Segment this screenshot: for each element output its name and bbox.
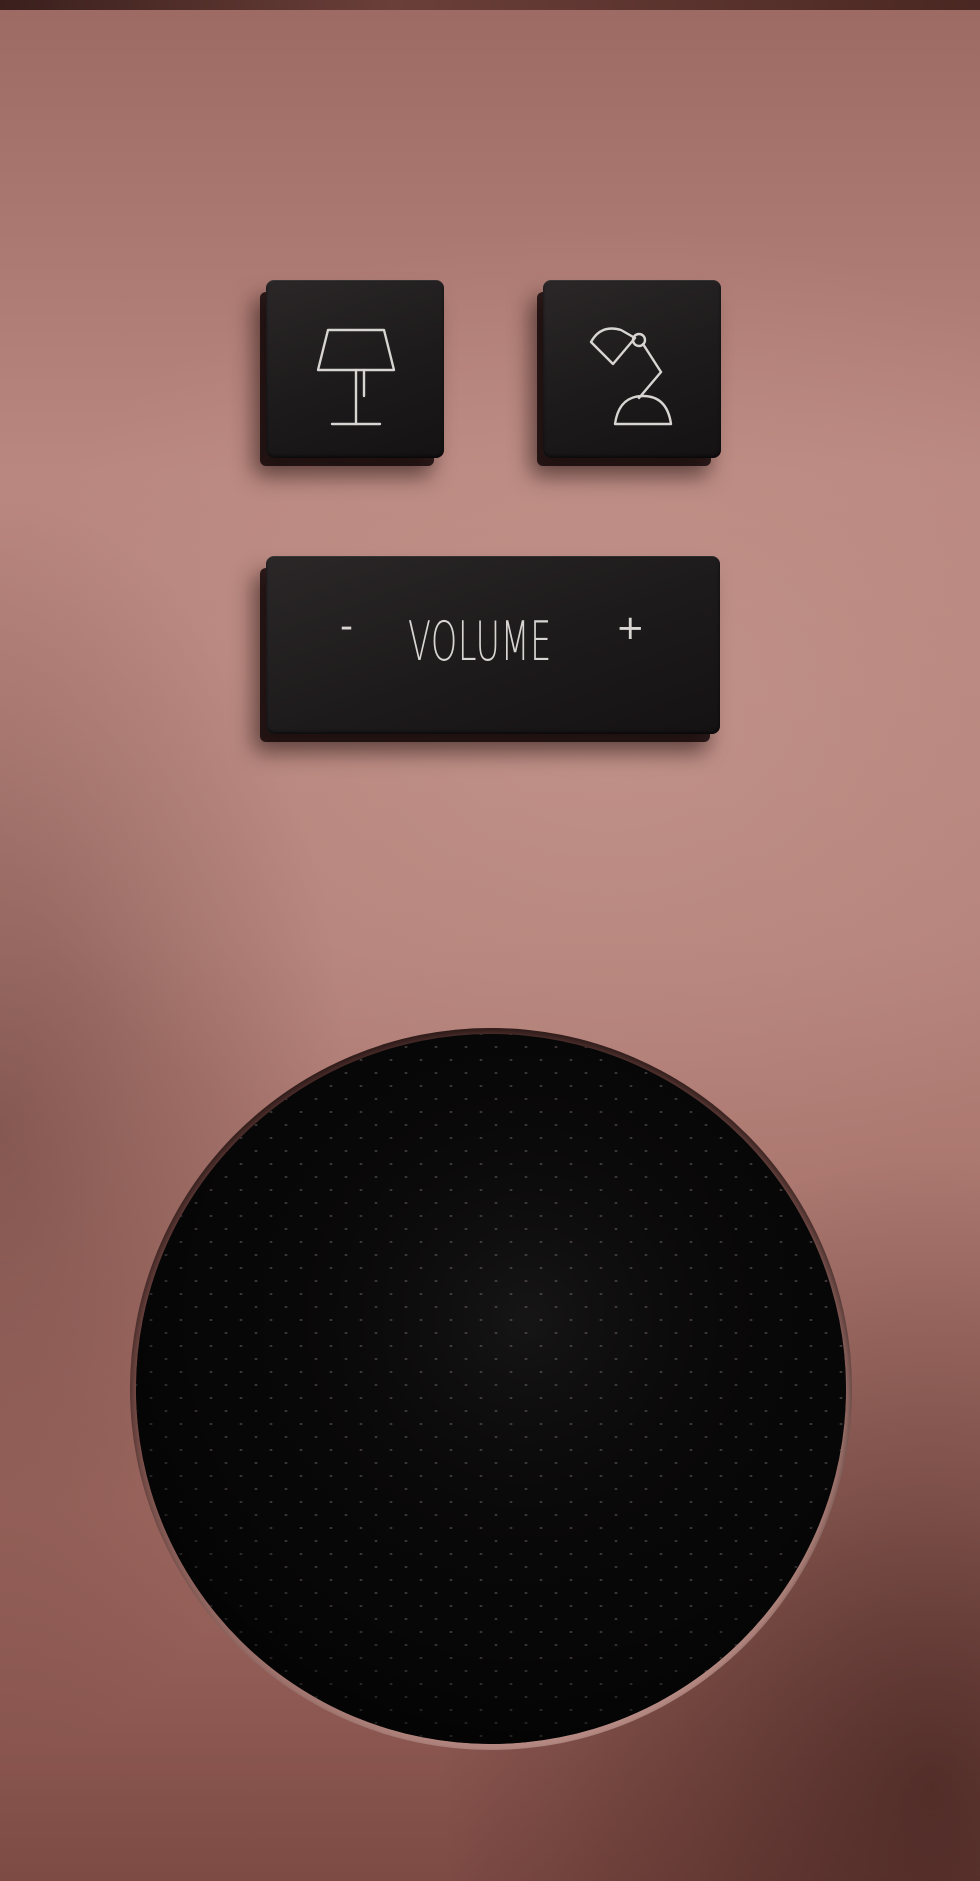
volume-label: VOLUME	[408, 610, 552, 673]
volume-down-label[interactable]: -	[340, 606, 353, 647]
table-lamp-icon	[316, 328, 396, 426]
device-panel: - VOLUME +	[0, 0, 980, 1881]
table-lamp-button[interactable]	[266, 280, 444, 458]
desk-lamp-button[interactable]	[543, 280, 721, 458]
panel-edge	[0, 0, 980, 10]
volume-button[interactable]: - VOLUME +	[266, 556, 720, 734]
desk-lamp-icon	[589, 327, 673, 426]
speaker-grille-icon	[136, 1034, 846, 1744]
volume-up-label[interactable]: +	[616, 608, 645, 648]
